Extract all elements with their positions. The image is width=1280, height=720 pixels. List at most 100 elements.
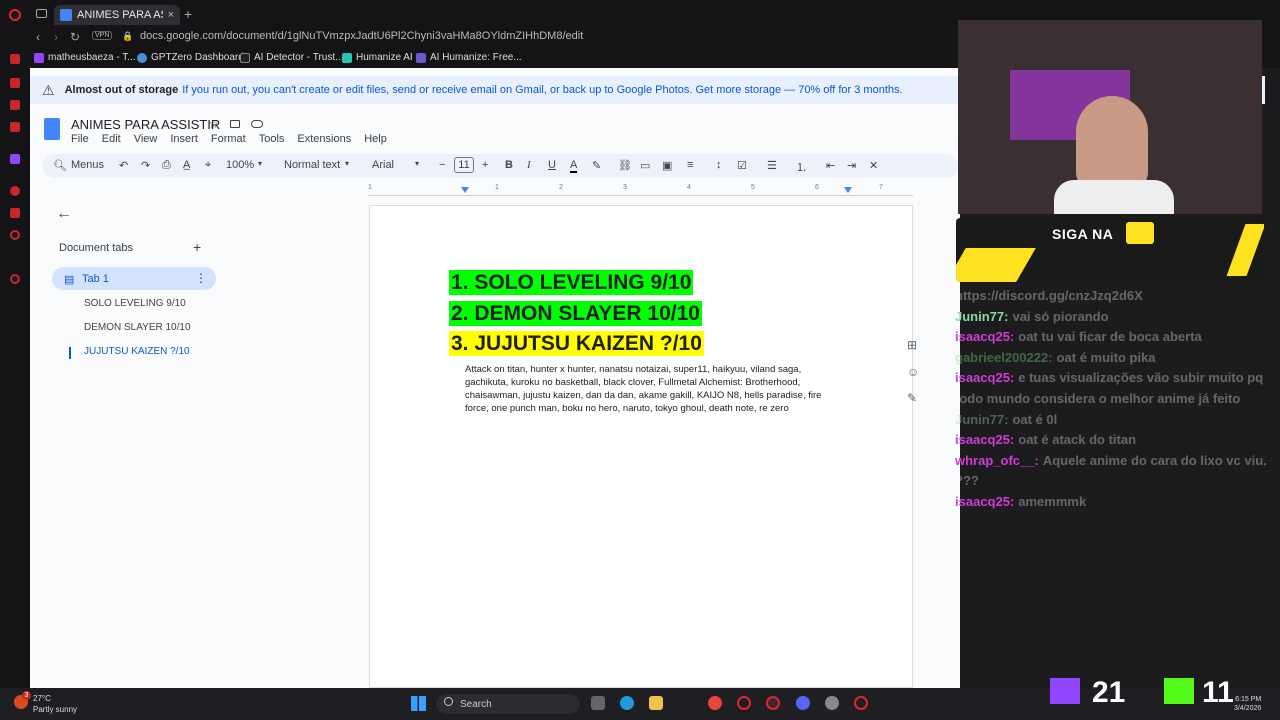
- increase-font-icon[interactable]: +: [482, 159, 488, 171]
- sidebar-app-icon[interactable]: [10, 186, 20, 196]
- file-explorer-icon[interactable]: [649, 696, 663, 710]
- left-indent-marker-icon[interactable]: [461, 187, 469, 193]
- google-docs-logo-icon[interactable]: [44, 118, 60, 140]
- comment-icon[interactable]: ▭: [640, 159, 650, 172]
- align-icon[interactable]: ≡: [687, 159, 693, 171]
- opera-logo-icon[interactable]: [9, 9, 21, 21]
- weather-widget[interactable]: 27°C Partly sunny: [33, 693, 77, 715]
- vpn-badge[interactable]: VPN: [92, 31, 113, 40]
- chevron-down-icon[interactable]: ▾: [415, 159, 419, 168]
- bold-icon[interactable]: B: [505, 159, 513, 171]
- menu-tools[interactable]: Tools: [259, 133, 285, 145]
- chevron-down-icon[interactable]: ▾: [258, 159, 262, 168]
- close-tab-icon[interactable]: ×: [168, 9, 174, 21]
- outline-item[interactable]: DEMON SLAYER 10/10: [84, 322, 191, 333]
- add-tab-icon[interactable]: +: [193, 239, 201, 255]
- bookmark-item[interactable]: AI Detector - Trust...: [240, 52, 343, 63]
- workspace-icon[interactable]: [36, 9, 47, 18]
- document-title[interactable]: ANIMES PARA ASSISTIR: [71, 117, 220, 132]
- clear-formatting-icon[interactable]: ✕: [869, 159, 878, 172]
- text-color-icon[interactable]: A: [570, 159, 578, 173]
- chrome-icon[interactable]: [708, 696, 722, 710]
- opera-gx-icon[interactable]: [854, 696, 868, 710]
- opera-gx-icon[interactable]: [737, 696, 751, 710]
- heading-3[interactable]: 3. JUJUTSU KAIZEN ?/10: [449, 331, 704, 356]
- system-clock[interactable]: 6:15 PM 3/4/2026: [1234, 695, 1261, 713]
- cloud-status-icon[interactable]: [251, 120, 263, 128]
- ruler[interactable]: 1 1 2 3 4 5 6 7: [368, 184, 913, 196]
- print-icon[interactable]: ⎙: [162, 159, 171, 172]
- font-size-input[interactable]: 11: [454, 157, 474, 173]
- back-icon[interactable]: ‹: [36, 30, 40, 44]
- zoom-select[interactable]: 100%: [226, 159, 254, 171]
- move-folder-icon[interactable]: [230, 120, 240, 128]
- decrease-indent-icon[interactable]: ⇤: [826, 159, 835, 172]
- menu-insert[interactable]: Insert: [170, 133, 198, 145]
- suggest-edits-icon[interactable]: ✎: [907, 391, 917, 405]
- increase-indent-icon[interactable]: ⇥: [847, 159, 856, 172]
- right-indent-marker-icon[interactable]: [844, 187, 852, 193]
- twitch-icon[interactable]: [10, 154, 20, 164]
- discord-icon[interactable]: [796, 696, 810, 710]
- opera-icon[interactable]: [766, 696, 780, 710]
- menu-format[interactable]: Format: [211, 133, 246, 145]
- settings-icon[interactable]: [10, 274, 20, 284]
- edge-icon[interactable]: [620, 696, 634, 710]
- history-icon[interactable]: [10, 230, 20, 240]
- bookmark-item[interactable]: AI Humanize: Free...: [416, 52, 522, 63]
- bulleted-list-icon[interactable]: ☰: [767, 159, 777, 172]
- more-options-icon[interactable]: ⋮: [195, 271, 207, 285]
- browser-tab[interactable]: ANIMES PARA ASSISTIR - ×: [54, 5, 180, 25]
- paint-format-icon[interactable]: ⌖: [205, 159, 211, 172]
- url-field[interactable]: docs.google.com/document/d/1glNuTVmzpxJa…: [140, 30, 583, 42]
- body-paragraph[interactable]: Attack on titan, hunter x hunter, nanats…: [465, 363, 845, 415]
- menu-file[interactable]: File: [71, 133, 89, 145]
- reload-icon[interactable]: ↻: [70, 30, 80, 44]
- chevron-down-icon[interactable]: ▾: [345, 159, 349, 168]
- emoji-reaction-icon[interactable]: ☺: [907, 365, 919, 379]
- menu-edit[interactable]: Edit: [102, 133, 121, 145]
- forward-icon[interactable]: ›: [54, 30, 58, 44]
- font-select[interactable]: Arial: [372, 159, 394, 171]
- menu-extensions[interactable]: Extensions: [297, 133, 351, 145]
- decrease-font-icon[interactable]: −: [439, 159, 445, 171]
- task-view-icon[interactable]: [591, 696, 605, 710]
- image-icon[interactable]: ▣: [662, 159, 672, 172]
- menu-help[interactable]: Help: [364, 133, 387, 145]
- outline-item[interactable]: SOLO LEVELING 9/10: [84, 298, 186, 309]
- heading-1[interactable]: 1. SOLO LEVELING 9/10: [449, 270, 694, 295]
- checklist-icon[interactable]: ☑: [737, 159, 747, 172]
- undo-icon[interactable]: ↶: [119, 159, 128, 172]
- sidebar-app-icon[interactable]: [10, 54, 20, 64]
- new-tab-button[interactable]: +: [184, 6, 192, 22]
- tab-1[interactable]: Tab 1: [52, 267, 216, 290]
- outline-item-active[interactable]: JUJUTSU KAIZEN ?/10: [84, 346, 190, 357]
- redo-icon[interactable]: ↷: [141, 159, 150, 172]
- numbered-list-icon[interactable]: ⒈: [796, 159, 807, 175]
- back-arrow-icon[interactable]: ←: [56, 205, 72, 223]
- search-icon[interactable]: 🔍︎: [53, 159, 67, 172]
- bookmark-item[interactable]: matheusbaeza - T...: [34, 52, 136, 63]
- menu-view[interactable]: View: [134, 133, 158, 145]
- add-comment-icon[interactable]: ⊞: [907, 338, 917, 352]
- italic-icon[interactable]: I: [527, 159, 531, 171]
- sidebar-app-icon[interactable]: [10, 208, 20, 218]
- style-select[interactable]: Normal text: [284, 159, 340, 171]
- menus-search[interactable]: Menus: [71, 159, 104, 171]
- sidebar-app-icon[interactable]: [10, 100, 20, 110]
- sidebar-app-icon[interactable]: [10, 78, 20, 88]
- bookmark-item[interactable]: GPTZero Dashboard: [137, 52, 244, 63]
- app-icon[interactable]: [825, 696, 839, 710]
- taskbar-search[interactable]: Search: [436, 694, 580, 714]
- bookmark-item[interactable]: Humanize AI: [342, 52, 413, 63]
- star-icon[interactable]: ☆: [208, 117, 219, 131]
- spellcheck-icon[interactable]: A̲: [183, 159, 190, 171]
- banner-text[interactable]: If you run out, you can't create or edit…: [182, 84, 902, 96]
- highlight-icon[interactable]: ✎: [592, 159, 601, 172]
- sidebar-app-icon[interactable]: [10, 122, 20, 132]
- underline-icon[interactable]: U: [548, 159, 556, 171]
- start-icon[interactable]: [411, 696, 426, 711]
- line-spacing-icon[interactable]: ↕: [716, 159, 722, 171]
- link-icon[interactable]: ⛓: [618, 159, 632, 172]
- heading-2[interactable]: 2. DEMON SLAYER 10/10: [449, 301, 702, 326]
